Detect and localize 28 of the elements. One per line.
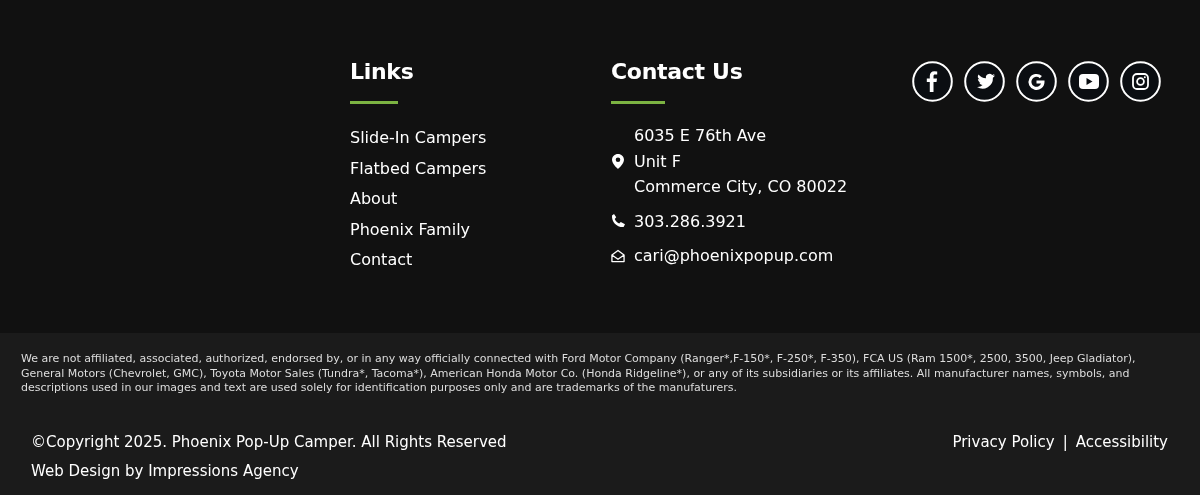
phone-icon [611,214,625,229]
footer-link[interactable]: Slide-In Campers [350,123,611,154]
location-pin-icon [612,153,624,169]
footer-link[interactable]: Phoenix Family [350,214,611,245]
disclaimer-text: We are not affiliated, associated, authorized, endorsed by, or in any way officially connected with Ford Motor Company (Ranger*,F-150*, F-250*, F-350), FCA US (Ram 1500*, 2500, 3500, Jeep Gladiator), General Motors (Chevrolet, GMC), Toyota Motor Sales (Tundra*, Tacoma*), American Honda Motor Co. (Honda Ridgeline*), or any of its subsidiaries or its affiliates. All manufacturer names, symbols, and descriptions used in our images and text are used solely for identification purposes only and are trademarks of the manufaturers. [21,352,1137,396]
youtube-icon[interactable] [1068,61,1109,102]
contact-heading: Contact Us [611,58,744,86]
copyright-text: ©Copyright 2025. Phoenix Pop-Up Camper. All Rights Reserved [31,431,507,453]
facebook-icon[interactable] [912,61,953,102]
address-line: Commerce City, CO 80022 [634,176,848,198]
instagram-icon[interactable] [1120,61,1161,102]
separator: | [1062,431,1068,453]
twitter-icon[interactable] [964,61,1005,102]
footer-link[interactable]: Contact [350,245,611,276]
links-heading: Links [350,58,415,86]
email-address[interactable]: cari@phoenixpopup.com [634,243,834,269]
phone-number[interactable]: 303.286.3921 [634,208,746,234]
credit-text: Web Design by Impressions Agency [31,460,300,482]
heading-underline [350,101,398,104]
google-icon[interactable] [1016,61,1057,102]
envelope-icon [611,248,625,263]
footer-link[interactable]: Accessibility [1075,427,1168,457]
footer-link[interactable]: About [350,184,611,215]
address-line: 6035 E 76th Ave [634,125,768,147]
footer-link[interactable]: Flatbed Campers [350,153,611,184]
footer-link[interactable]: Privacy Policy [952,427,1055,457]
address-line: Unit F [634,150,682,173]
heading-underline [611,101,665,104]
